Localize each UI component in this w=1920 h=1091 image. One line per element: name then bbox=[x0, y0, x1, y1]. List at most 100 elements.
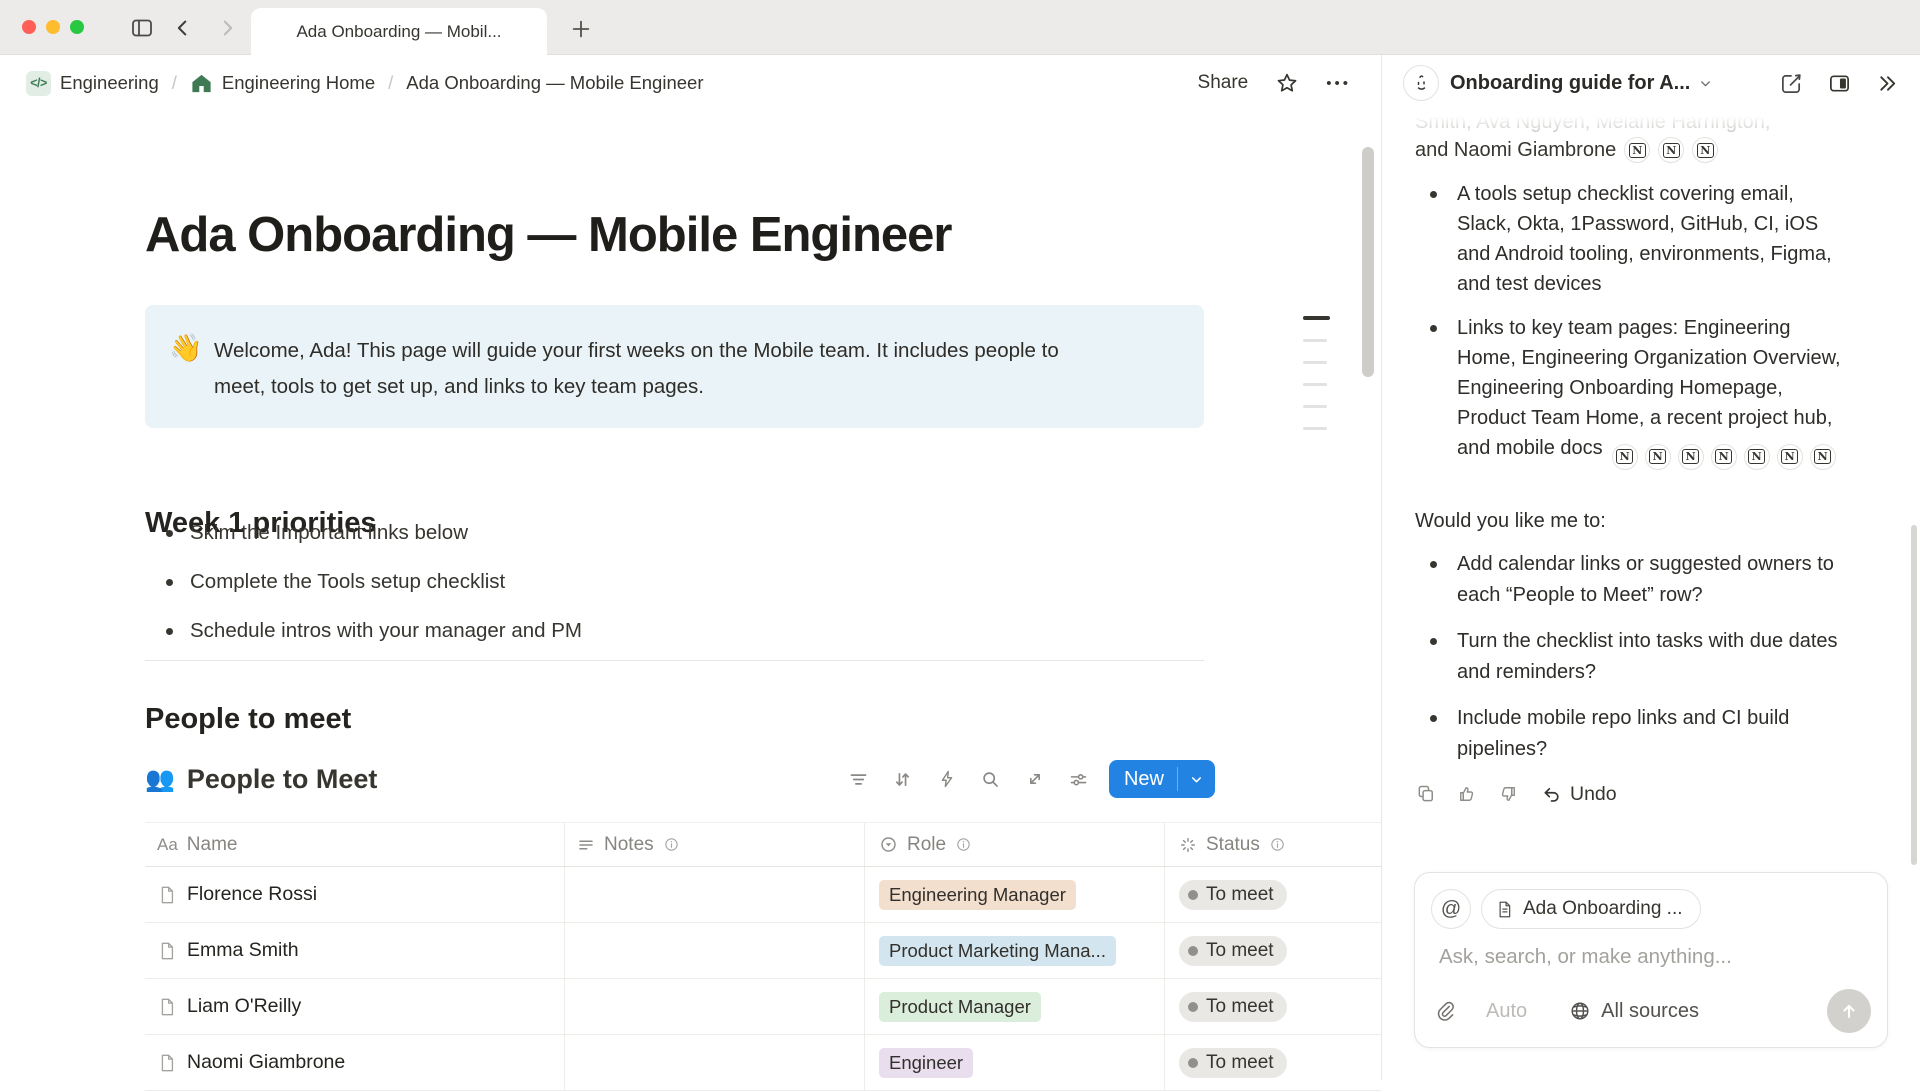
open-in-side-panel-icon[interactable] bbox=[1828, 72, 1851, 95]
name-cell[interactable]: Emma Smith bbox=[145, 923, 565, 978]
status-dot bbox=[1188, 890, 1198, 900]
name-cell[interactable]: Naomi Giambrone bbox=[145, 1035, 565, 1090]
column-header-name[interactable]: Aa Name bbox=[145, 823, 565, 866]
notes-cell[interactable] bbox=[565, 923, 865, 978]
mention-at-button[interactable]: @ bbox=[1431, 889, 1471, 929]
thumbs-up-icon[interactable] bbox=[1455, 782, 1479, 806]
copy-icon[interactable] bbox=[1414, 782, 1438, 806]
new-button[interactable]: New bbox=[1109, 760, 1215, 798]
auto-mode-button[interactable]: Auto bbox=[1486, 1000, 1527, 1023]
role-cell[interactable]: Product Manager bbox=[865, 979, 1165, 1034]
notion-page-mention-icon[interactable]: N bbox=[1678, 444, 1704, 470]
search-icon[interactable] bbox=[980, 768, 1002, 790]
notion-page-mention-icon[interactable]: N bbox=[1744, 444, 1770, 470]
chevron-down-icon[interactable] bbox=[1698, 76, 1713, 91]
status-cell[interactable]: To meet bbox=[1165, 923, 1381, 978]
callout-text: Welcome, Ada! This page will guide your … bbox=[214, 333, 1074, 405]
toggle-sidebar-icon[interactable] bbox=[129, 15, 155, 41]
status-badge: To meet bbox=[1179, 992, 1287, 1022]
database-title[interactable]: 👥 People to Meet bbox=[145, 764, 377, 795]
notion-page-mention-icon[interactable]: N bbox=[1612, 444, 1638, 470]
thumbs-down-icon[interactable] bbox=[1496, 782, 1520, 806]
send-button[interactable] bbox=[1827, 989, 1871, 1033]
filter-icon[interactable] bbox=[848, 768, 870, 790]
table-row[interactable]: Naomi Giambrone Engineer To meet bbox=[145, 1035, 1381, 1091]
notes-cell[interactable] bbox=[565, 1035, 865, 1090]
more-options-icon[interactable]: ••• bbox=[1326, 75, 1351, 92]
ai-input[interactable]: Ask, search, or make anything... bbox=[1439, 945, 1732, 969]
ai-suggestion-list: Add calendar links or suggested owners t… bbox=[1415, 549, 1843, 780]
wave-emoji-icon: 👋 bbox=[169, 332, 203, 364]
status-cell[interactable]: To meet bbox=[1165, 867, 1381, 922]
list-item[interactable]: Complete the Tools setup checklist bbox=[148, 568, 582, 596]
forward-icon[interactable] bbox=[214, 15, 240, 41]
role-cell[interactable]: Engineering Manager bbox=[865, 867, 1165, 922]
favorite-star-icon[interactable] bbox=[1275, 71, 1299, 95]
table-row[interactable]: Liam O'Reilly Product Manager To meet bbox=[145, 979, 1381, 1035]
breadcrumb-teamspace[interactable]: Engineering bbox=[60, 72, 159, 94]
list-item[interactable]: Skim the Important links below bbox=[148, 519, 582, 547]
breadcrumb: </> Engineering / Engineering Home / Ada… bbox=[26, 71, 703, 96]
main-scrollbar[interactable] bbox=[1362, 147, 1374, 377]
column-label: Role bbox=[907, 834, 946, 856]
notion-page-mention-icon[interactable]: N bbox=[1777, 444, 1803, 470]
ai-panel-scrollbar[interactable] bbox=[1911, 525, 1917, 865]
database-title-label: People to Meet bbox=[187, 764, 378, 795]
browser-tab[interactable]: Ada Onboarding — Mobil... bbox=[251, 8, 547, 56]
context-page-chip[interactable]: Ada Onboarding ... bbox=[1481, 889, 1701, 929]
status-badge: To meet bbox=[1179, 880, 1287, 910]
notion-page-mention-icon[interactable]: N bbox=[1624, 137, 1650, 163]
new-tab-icon[interactable] bbox=[566, 14, 596, 44]
view-settings-icon[interactable] bbox=[1068, 768, 1090, 790]
page-title[interactable]: Ada Onboarding — Mobile Engineer bbox=[145, 207, 951, 263]
people-heading[interactable]: People to meet bbox=[145, 703, 351, 736]
status-dot bbox=[1188, 1002, 1198, 1012]
breadcrumb-current-page[interactable]: Ada Onboarding — Mobile Engineer bbox=[406, 72, 703, 94]
table-row[interactable]: Emma Smith Product Marketing Mana... To … bbox=[145, 923, 1381, 979]
breadcrumb-separator: / bbox=[172, 72, 177, 94]
column-header-notes[interactable]: Notes bbox=[565, 823, 865, 866]
column-label: Notes bbox=[604, 834, 654, 856]
zoom-window-button[interactable] bbox=[70, 20, 84, 34]
ai-thread-title[interactable]: Onboarding guide for A... bbox=[1450, 72, 1690, 95]
collapse-double-chevron-icon[interactable] bbox=[1876, 72, 1899, 95]
notion-page-mention-icon[interactable]: N bbox=[1658, 137, 1684, 163]
column-header-status[interactable]: Status bbox=[1165, 823, 1381, 866]
status-badge: To meet bbox=[1179, 1048, 1287, 1078]
ai-composer[interactable]: @ Ada Onboarding ... Ask, search, or mak… bbox=[1414, 872, 1888, 1048]
role-cell[interactable]: Product Marketing Mana... bbox=[865, 923, 1165, 978]
status-cell[interactable]: To meet bbox=[1165, 979, 1381, 1034]
role-cell[interactable]: Engineer bbox=[865, 1035, 1165, 1090]
name-cell[interactable]: Florence Rossi bbox=[145, 867, 565, 922]
list-item[interactable]: Schedule intros with your manager and PM bbox=[148, 617, 582, 645]
notes-cell[interactable] bbox=[565, 867, 865, 922]
attach-paperclip-icon[interactable] bbox=[1435, 1000, 1457, 1022]
teamspace-code-icon: </> bbox=[26, 71, 51, 96]
undo-button[interactable]: Undo bbox=[1541, 783, 1617, 806]
sort-icon[interactable] bbox=[892, 768, 914, 790]
breadcrumb-home[interactable]: Engineering Home bbox=[222, 72, 375, 94]
minimize-window-button[interactable] bbox=[46, 20, 60, 34]
home-icon bbox=[190, 72, 213, 95]
notion-page-mention-icon[interactable]: N bbox=[1810, 444, 1836, 470]
share-button[interactable]: Share bbox=[1198, 72, 1249, 94]
notion-page-mention-icon[interactable]: N bbox=[1711, 444, 1737, 470]
welcome-callout[interactable]: 👋 Welcome, Ada! This page will guide you… bbox=[145, 305, 1204, 428]
expand-icon[interactable] bbox=[1024, 768, 1046, 790]
new-button-chevron-down-icon[interactable] bbox=[1178, 772, 1215, 787]
table-row[interactable]: Florence Rossi Engineering Manager To me… bbox=[145, 867, 1381, 923]
close-window-button[interactable] bbox=[22, 20, 36, 34]
table-of-contents-indicator[interactable] bbox=[1303, 316, 1330, 430]
notes-cell[interactable] bbox=[565, 979, 865, 1034]
new-chat-compose-icon[interactable] bbox=[1780, 72, 1803, 95]
all-sources-button[interactable]: All sources bbox=[1569, 1000, 1699, 1023]
column-header-role[interactable]: Role bbox=[865, 823, 1165, 866]
name-cell[interactable]: Liam O'Reilly bbox=[145, 979, 565, 1034]
notion-page-mention-icon[interactable]: N bbox=[1692, 137, 1718, 163]
notion-page-mention-icon[interactable]: N bbox=[1645, 444, 1671, 470]
automation-lightning-icon[interactable] bbox=[936, 768, 958, 790]
back-icon[interactable] bbox=[170, 15, 196, 41]
traffic-lights bbox=[22, 20, 84, 34]
info-icon bbox=[955, 836, 972, 853]
status-cell[interactable]: To meet bbox=[1165, 1035, 1381, 1090]
